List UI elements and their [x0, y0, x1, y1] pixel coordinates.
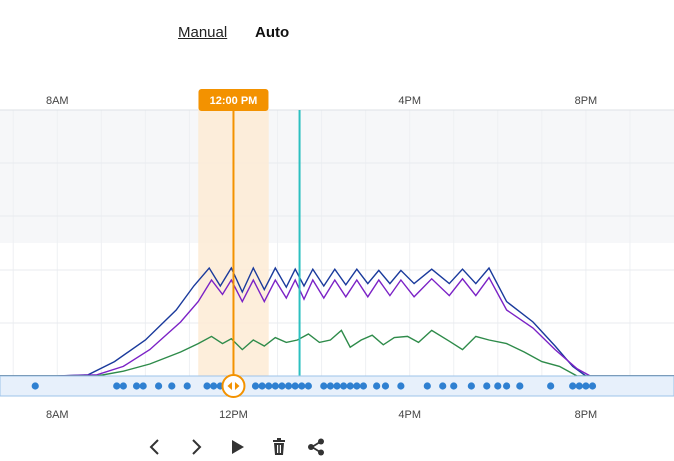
event-dot[interactable] [423, 382, 431, 390]
event-dot[interactable] [31, 382, 39, 390]
event-dot[interactable] [575, 382, 583, 390]
bottom-tick-label: 4PM [398, 409, 421, 421]
cursor-handle[interactable] [221, 374, 246, 398]
event-dot[interactable] [291, 382, 299, 390]
event-dot[interactable] [284, 382, 293, 390]
event-dot[interactable] [588, 382, 597, 390]
event-dot[interactable] [265, 382, 273, 390]
event-dot[interactable] [373, 382, 381, 390]
event-dot[interactable] [547, 382, 555, 390]
event-dot[interactable] [271, 382, 279, 390]
event-dot[interactable] [251, 382, 260, 390]
event-dot[interactable] [203, 382, 211, 390]
event-dot[interactable] [304, 382, 312, 390]
event-dot[interactable] [450, 382, 458, 390]
next-button[interactable] [185, 436, 207, 458]
cursor-label-text: 12:00 PM [210, 95, 258, 107]
event-dot[interactable] [320, 382, 328, 390]
chevron-left-icon [149, 439, 159, 455]
share-button[interactable] [305, 436, 327, 458]
event-dot[interactable] [258, 382, 266, 390]
top-tick-label: 4PM [398, 95, 421, 107]
previous-button[interactable] [144, 436, 166, 458]
chevron-right-icon [192, 439, 202, 455]
cursor-label[interactable]: 12:00 PM [198, 89, 269, 111]
event-dot[interactable] [582, 382, 590, 390]
event-dot[interactable] [483, 382, 491, 390]
event-dot[interactable] [119, 382, 127, 390]
event-dot[interactable] [168, 382, 176, 390]
event-dot[interactable] [359, 382, 368, 390]
event-dot[interactable] [154, 382, 163, 390]
mode-toggle-bar: Manual Auto [0, 0, 674, 71]
event-dot[interactable] [210, 382, 218, 390]
trash-icon [273, 438, 285, 455]
event-dot[interactable] [132, 382, 141, 390]
event-dot[interactable] [397, 382, 405, 390]
event-dot[interactable] [298, 382, 306, 390]
play-button[interactable] [226, 436, 248, 458]
bottom-tick-label: 8PM [575, 409, 598, 421]
top-tick-label: 8AM [46, 95, 69, 107]
event-dot[interactable] [503, 382, 511, 390]
event-dot[interactable] [516, 382, 524, 390]
event-dot[interactable] [326, 382, 334, 390]
delete-button[interactable] [268, 436, 290, 458]
top-tick-label: 8PM [575, 95, 598, 107]
play-icon [232, 440, 244, 454]
event-dot[interactable] [467, 382, 475, 390]
auto-mode-link[interactable]: Auto [255, 24, 289, 41]
event-dot[interactable] [183, 382, 191, 390]
timeline-chart: 8AM 4PM 8PM 8AM 12PM 4PM 8PM 12:00 PM [0, 70, 674, 430]
share-icon [308, 438, 324, 456]
event-dot[interactable] [346, 382, 354, 390]
manual-mode-link[interactable]: Manual [178, 24, 227, 41]
event-dot[interactable] [139, 382, 147, 390]
bottom-tick-label: 8AM [46, 409, 69, 421]
event-dot[interactable] [340, 382, 348, 390]
event-dot[interactable] [494, 382, 502, 390]
event-dot[interactable] [381, 382, 390, 390]
event-dot[interactable] [278, 382, 286, 390]
bottom-tick-label: 12PM [219, 409, 248, 421]
event-dot[interactable] [569, 382, 577, 390]
event-dot[interactable] [333, 382, 341, 390]
drag-handle-icon [221, 374, 246, 398]
event-dot[interactable] [113, 382, 121, 390]
event-dot[interactable] [353, 382, 361, 390]
event-dot[interactable] [439, 382, 447, 390]
